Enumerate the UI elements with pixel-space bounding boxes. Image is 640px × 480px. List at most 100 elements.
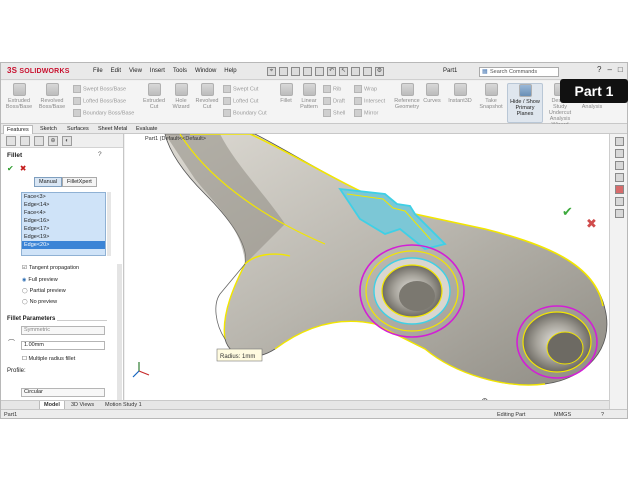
list-scrollbar[interactable] [107,192,111,256]
part-model[interactable]: Radius: 1mm ⊕ ✔ ✖ [125,134,609,400]
configuration-manager-icon[interactable] [34,136,44,146]
revolved-boss-button[interactable]: Revolved Boss/Base [37,83,67,110]
list-item[interactable]: Edge<16> [22,217,105,225]
solidworks-logo[interactable]: 3S SOLIDWORKS [7,66,70,75]
hide-show-primary-planes-button[interactable]: Hide / Show Primary Planes [507,83,543,123]
tab-3d-views[interactable]: 3D Views [67,401,98,409]
custom-properties-icon[interactable] [614,197,624,206]
dimxpert-icon[interactable]: ⊕ [48,136,58,146]
help-icon[interactable]: ? [98,151,102,158]
pin-icon[interactable]: ⌖ [267,67,276,76]
draft-button[interactable]: Draft [323,97,345,105]
symmetric-dropdown[interactable]: Symmetric [21,326,105,335]
tab-sheet-metal[interactable]: Sheet Metal [95,125,130,134]
fillet-icon [279,83,293,96]
no-preview-radio[interactable]: No preview [22,299,58,305]
list-item[interactable]: Edge<14> [22,201,105,209]
menu-file[interactable]: File [93,68,103,74]
help-icon[interactable]: ? [601,412,604,418]
resources-icon[interactable] [614,137,624,146]
display-manager-icon[interactable]: ◐ [62,136,72,146]
boundary-boss-button[interactable]: Boundary Boss/Base [73,109,134,117]
shell-button[interactable]: Shell [323,109,345,117]
help-icon[interactable]: ? [597,65,601,74]
select-icon[interactable]: ↖ [339,67,348,76]
menu-tools[interactable]: Tools [173,68,187,74]
filletxpert-mode-button[interactable]: FilletXpert [62,177,97,187]
rib-button[interactable]: Rib [323,85,341,93]
graphics-area[interactable]: Radius: 1mm ⊕ ✔ ✖ Part1 (Default<<Defaul… [125,134,609,400]
manual-mode-button[interactable]: Manual [34,177,63,187]
confirm-corner-ok-icon[interactable]: ✔ [562,204,573,219]
menu-edit[interactable]: Edit [111,68,121,74]
menu-help[interactable]: Help [224,68,236,74]
reference-geometry-button[interactable]: Reference Geometry [391,83,423,110]
list-item-selected[interactable]: Edge<20> [22,241,105,249]
confirm-corner-cancel-icon[interactable]: ✖ [586,216,597,231]
file-properties-icon[interactable] [363,67,372,76]
maximize-button[interactable]: □ [618,65,623,74]
tab-sketch[interactable]: Sketch [37,125,60,134]
list-item[interactable]: Face<3> [22,193,105,201]
intersect-button[interactable]: Intersect [354,97,385,105]
units-selector[interactable]: MMGS [554,412,571,418]
menu-view[interactable]: View [129,68,142,74]
instant3d-icon [453,83,467,96]
feature-manager-icon[interactable] [6,136,16,146]
open-icon[interactable] [291,67,300,76]
hole-wizard-button[interactable]: Hole Wizard [169,83,193,110]
undo-icon[interactable]: ↶ [327,67,336,76]
appearances-icon[interactable] [614,185,624,194]
radius-callout[interactable]: Radius: 1mm [220,354,255,360]
feature-tree-flyout[interactable]: Part1 (Default<<Default> [145,136,206,142]
new-icon[interactable] [279,67,288,76]
tab-motion-study[interactable]: Motion Study 1 [101,401,146,409]
linear-pattern-button[interactable]: Linear Pattern [298,83,320,110]
options-icon[interactable]: ⚙ [375,67,384,76]
lofted-cut-button[interactable]: Lofted Cut [223,97,258,105]
fillet-button[interactable]: Fillet [275,83,297,104]
print-icon[interactable] [315,67,324,76]
cancel-x-icon[interactable]: ✖ [20,164,27,173]
mirror-button[interactable]: Mirror [354,109,378,117]
fillet-parameters-header[interactable]: Fillet Parameters [7,316,55,322]
profile-dropdown[interactable]: Circular [21,388,105,397]
view-palette-icon[interactable] [614,173,624,182]
forum-icon[interactable] [614,209,624,218]
tab-features[interactable]: Features [3,125,33,134]
panel-scrollbar[interactable] [117,264,122,404]
multiple-radius-checkbox[interactable]: ☐ Multiple radius fillet [22,356,75,362]
partial-preview-radio[interactable]: Partial preview [22,288,66,294]
curves-button[interactable]: Curves [423,83,441,104]
swept-boss-button[interactable]: Swept Boss/Base [73,85,126,93]
menu-insert[interactable]: Insert [150,68,165,74]
instant3d-button[interactable]: Instant3D [447,83,473,104]
take-snapshot-button[interactable]: Take Snapshot [478,83,504,110]
rebuild-icon[interactable] [351,67,360,76]
design-library-icon[interactable] [614,149,624,158]
property-manager-icon[interactable] [20,136,30,146]
swept-cut-button[interactable]: Swept Cut [223,85,258,93]
radius-input[interactable]: 1.00mm [21,341,105,350]
full-preview-radio[interactable]: Full preview [22,277,57,283]
tangent-propagation-checkbox[interactable]: Tangent propagation [22,265,79,271]
file-explorer-icon[interactable] [614,161,624,170]
save-icon[interactable] [303,67,312,76]
extruded-cut-button[interactable]: Extruded Cut [141,83,167,110]
wrap-button[interactable]: Wrap [354,85,377,93]
section-divider [57,320,107,321]
minimize-button[interactable]: – [607,65,611,74]
lofted-boss-button[interactable]: Lofted Boss/Base [73,97,126,105]
boundary-cut-button[interactable]: Boundary Cut [223,109,267,117]
extruded-boss-button[interactable]: Extruded Boss/Base [4,83,34,110]
tab-surfaces[interactable]: Surfaces [64,125,92,134]
list-item[interactable]: Edge<19> [22,233,105,241]
tab-evaluate[interactable]: Evaluate [133,125,160,134]
list-item[interactable]: Edge<17> [22,225,105,233]
items-to-fillet-list[interactable]: Face<3> Edge<14> Face<4> Edge<16> Edge<1… [21,192,106,256]
ok-check-icon[interactable]: ✔ [7,164,14,173]
search-commands-input[interactable]: Search Commands [479,67,559,77]
menu-window[interactable]: Window [195,68,216,74]
revolved-cut-button[interactable]: Revolved Cut [194,83,220,110]
list-item[interactable]: Face<4> [22,209,105,217]
